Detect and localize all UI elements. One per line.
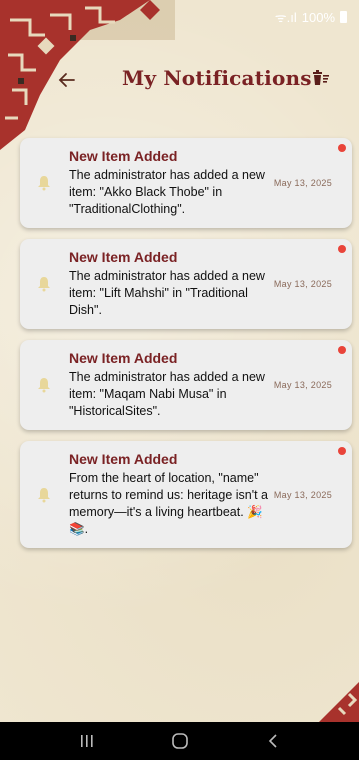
battery-level: 100% <box>301 9 335 25</box>
notification-title: New Item Added <box>69 249 178 265</box>
home-button[interactable] <box>165 726 195 756</box>
notification-title: New Item Added <box>69 350 178 366</box>
notification-body: The administrator has added a new item: … <box>69 269 265 317</box>
notification-title: New Item Added <box>69 148 178 164</box>
notification-date: May 13, 2025 <box>273 178 332 188</box>
trash-icon <box>313 70 329 85</box>
notification-date: May 13, 2025 <box>273 279 332 289</box>
signal-icon: ᯤ.ıl <box>275 8 297 26</box>
notification-body: From the heart of location, "name" retur… <box>69 471 269 536</box>
unread-indicator <box>338 245 346 253</box>
bell-icon <box>38 176 50 191</box>
signal-text: ᯤ.ıl <box>274 10 297 25</box>
status-bar: ᯤ.ıl 100% <box>0 0 359 34</box>
notification-card[interactable]: New Item Added The administrator has add… <box>20 340 352 430</box>
notification-list: New Item Added The administrator has add… <box>20 138 352 559</box>
bell-icon <box>38 487 50 502</box>
back-button[interactable] <box>58 68 84 92</box>
clear-notifications-button[interactable] <box>311 68 333 92</box>
arrow-left-icon <box>58 73 75 87</box>
home-icon <box>171 733 188 749</box>
page-title: My Notifications <box>122 66 312 90</box>
bell-icon <box>38 277 50 292</box>
chevron-left-icon <box>268 734 277 748</box>
notification-body: The administrator has added a new item: … <box>69 370 265 418</box>
battery-icon <box>340 11 347 23</box>
notification-date: May 13, 2025 <box>273 380 332 390</box>
notification-body: The administrator has added a new item: … <box>69 168 265 216</box>
recent-apps-button[interactable] <box>72 726 102 756</box>
system-nav-bar <box>0 722 359 760</box>
screen: ᯤ.ıl 100% My Notifications New Item Adde… <box>0 0 359 760</box>
unread-indicator <box>338 447 346 455</box>
unread-indicator <box>338 144 346 152</box>
bell-icon <box>38 378 50 393</box>
notification-card[interactable]: New Item Added From the heart of locatio… <box>20 441 352 548</box>
notification-card[interactable]: New Item Added The administrator has add… <box>20 138 352 228</box>
back-nav-button[interactable] <box>258 726 288 756</box>
notification-card[interactable]: New Item Added The administrator has add… <box>20 239 352 329</box>
recent-apps-icon <box>80 735 93 747</box>
notification-title: New Item Added <box>69 451 178 467</box>
decorative-pattern-corner <box>319 682 359 722</box>
notification-date: May 13, 2025 <box>273 489 332 500</box>
app-header: My Notifications <box>0 60 359 100</box>
unread-indicator <box>338 346 346 354</box>
